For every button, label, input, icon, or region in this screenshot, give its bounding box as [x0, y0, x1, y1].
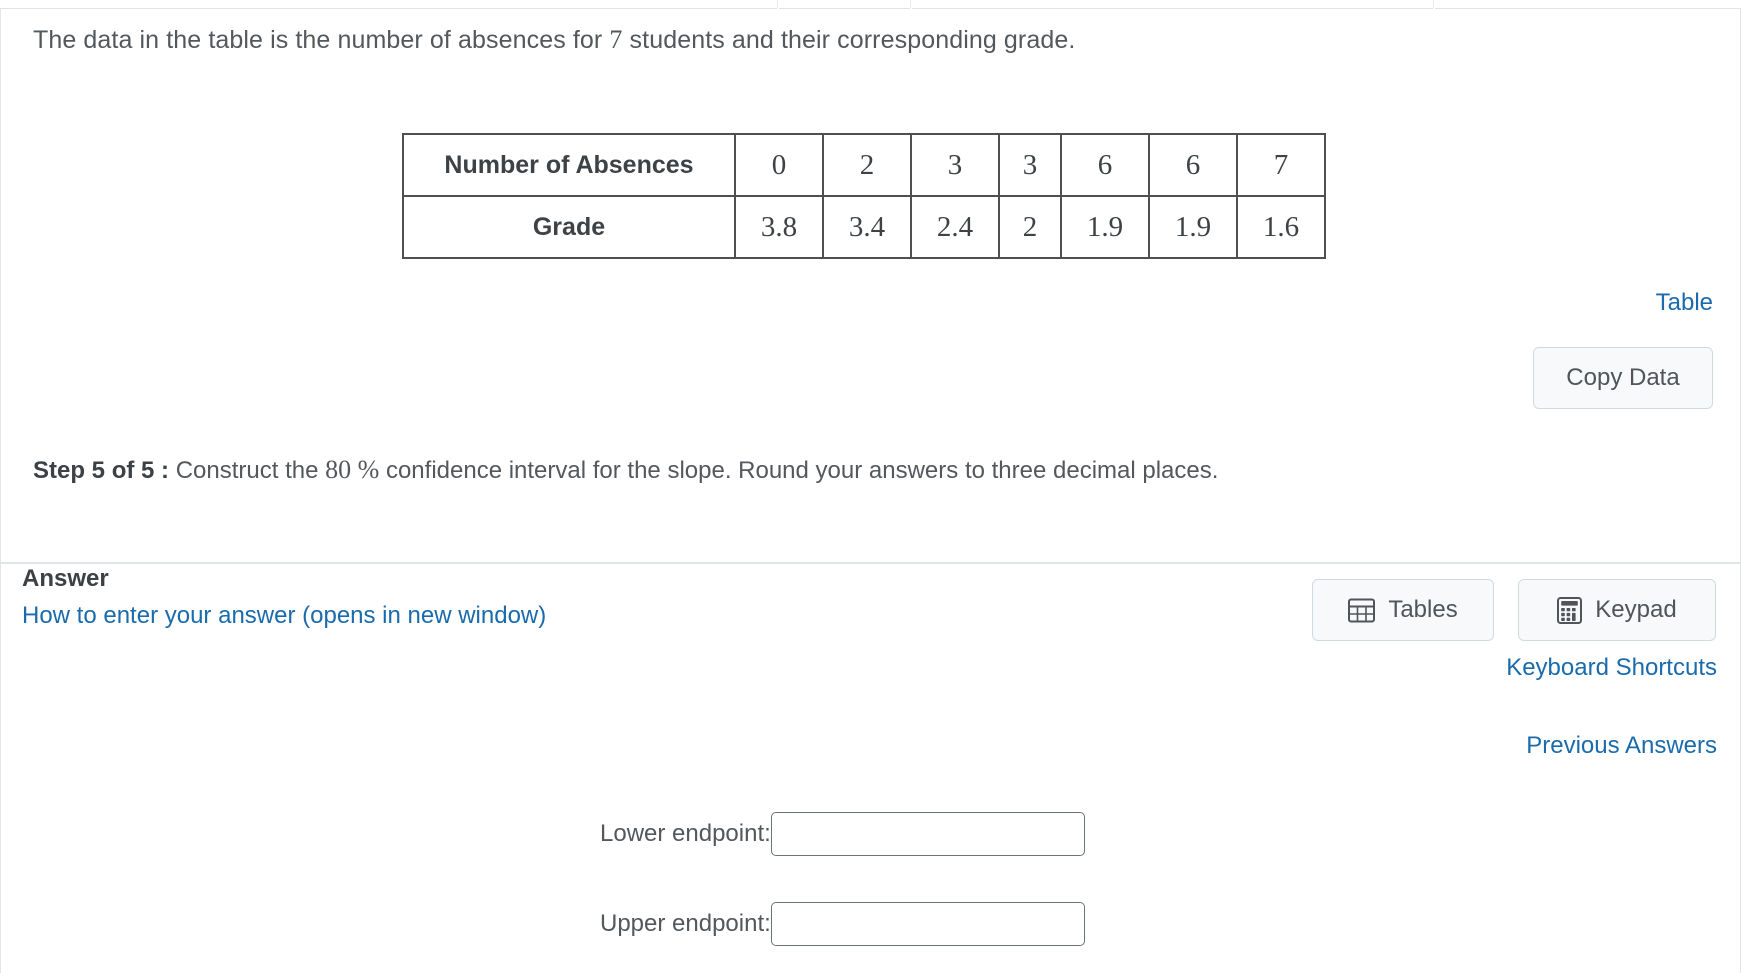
question-prompt: The data in the table is the number of a…	[33, 22, 1075, 58]
cell-absences-6: 6	[1148, 133, 1238, 197]
cell-absences-1: 0	[734, 133, 824, 197]
question-page: The data in the table is the number of a…	[0, 0, 1741, 973]
keypad-button[interactable]: Keypad	[1518, 579, 1716, 641]
how-to-enter-answer-link[interactable]: How to enter your answer (opens in new w…	[22, 602, 546, 630]
cell-absences-4: 3	[998, 133, 1062, 197]
cell-grade-1: 3.8	[734, 195, 824, 259]
table-link[interactable]: Table	[1656, 289, 1713, 317]
tables-button-label: Tables	[1388, 596, 1458, 623]
tables-button[interactable]: Tables	[1312, 579, 1494, 641]
section-divider	[1, 562, 1740, 564]
cell-absences-2: 2	[822, 133, 912, 197]
prompt-text-before: The data in the table is the number of a…	[33, 26, 610, 54]
upper-endpoint-input[interactable]	[770, 902, 1085, 946]
step-text-after: confidence interval for the slope. Round…	[379, 457, 1219, 484]
row-header-grade: Grade	[402, 195, 736, 259]
lower-endpoint-label: Lower endpoint:	[600, 820, 771, 847]
prompt-student-count: 7	[609, 25, 623, 54]
table-row-absences: Number of Absences 0 2 3 3 6 6 7	[402, 133, 1326, 197]
step-label: Step 5 of 5 :	[33, 457, 170, 484]
cell-grade-7: 1.6	[1236, 195, 1326, 259]
keyboard-shortcuts-link[interactable]: Keyboard Shortcuts	[1506, 654, 1717, 682]
top-tab-strip	[0, 0, 1741, 9]
keypad-button-label: Keypad	[1595, 596, 1677, 623]
cell-grade-5: 1.9	[1060, 195, 1150, 259]
previous-answers-link[interactable]: Previous Answers	[1526, 732, 1717, 760]
lower-endpoint-row: Lower endpoint:	[600, 812, 1085, 856]
table-grid-icon	[1348, 598, 1376, 623]
absences-grade-table: Number of Absences 0 2 3 3 6 6 7 Grade 3…	[402, 133, 1326, 259]
step-text-before: Construct the	[169, 457, 326, 484]
table-row-grade: Grade 3.8 3.4 2.4 2 1.9 1.9 1.6	[402, 195, 1326, 259]
cell-grade-3: 2.4	[910, 195, 1000, 259]
upper-endpoint-row: Upper endpoint:	[600, 902, 1085, 946]
lower-endpoint-input[interactable]	[770, 812, 1085, 856]
calculator-keypad-icon	[1557, 596, 1583, 624]
cell-grade-6: 1.9	[1148, 195, 1238, 259]
cell-absences-7: 7	[1236, 133, 1326, 197]
cell-absences-3: 3	[910, 133, 1000, 197]
cell-absences-5: 6	[1060, 133, 1150, 197]
prompt-text-after: students and their corresponding grade.	[622, 26, 1076, 54]
step-instruction: Step 5 of 5 : Construct the 80 % confide…	[33, 453, 1218, 487]
upper-endpoint-label: Upper endpoint:	[600, 910, 771, 937]
card-left-border	[0, 9, 1, 973]
step-confidence-level: 80 %	[325, 455, 380, 484]
cell-grade-2: 3.4	[822, 195, 912, 259]
answer-heading: Answer	[22, 565, 109, 592]
cell-grade-4: 2	[998, 195, 1062, 259]
row-header-absences: Number of Absences	[402, 133, 736, 197]
copy-data-button[interactable]: Copy Data	[1533, 347, 1713, 409]
